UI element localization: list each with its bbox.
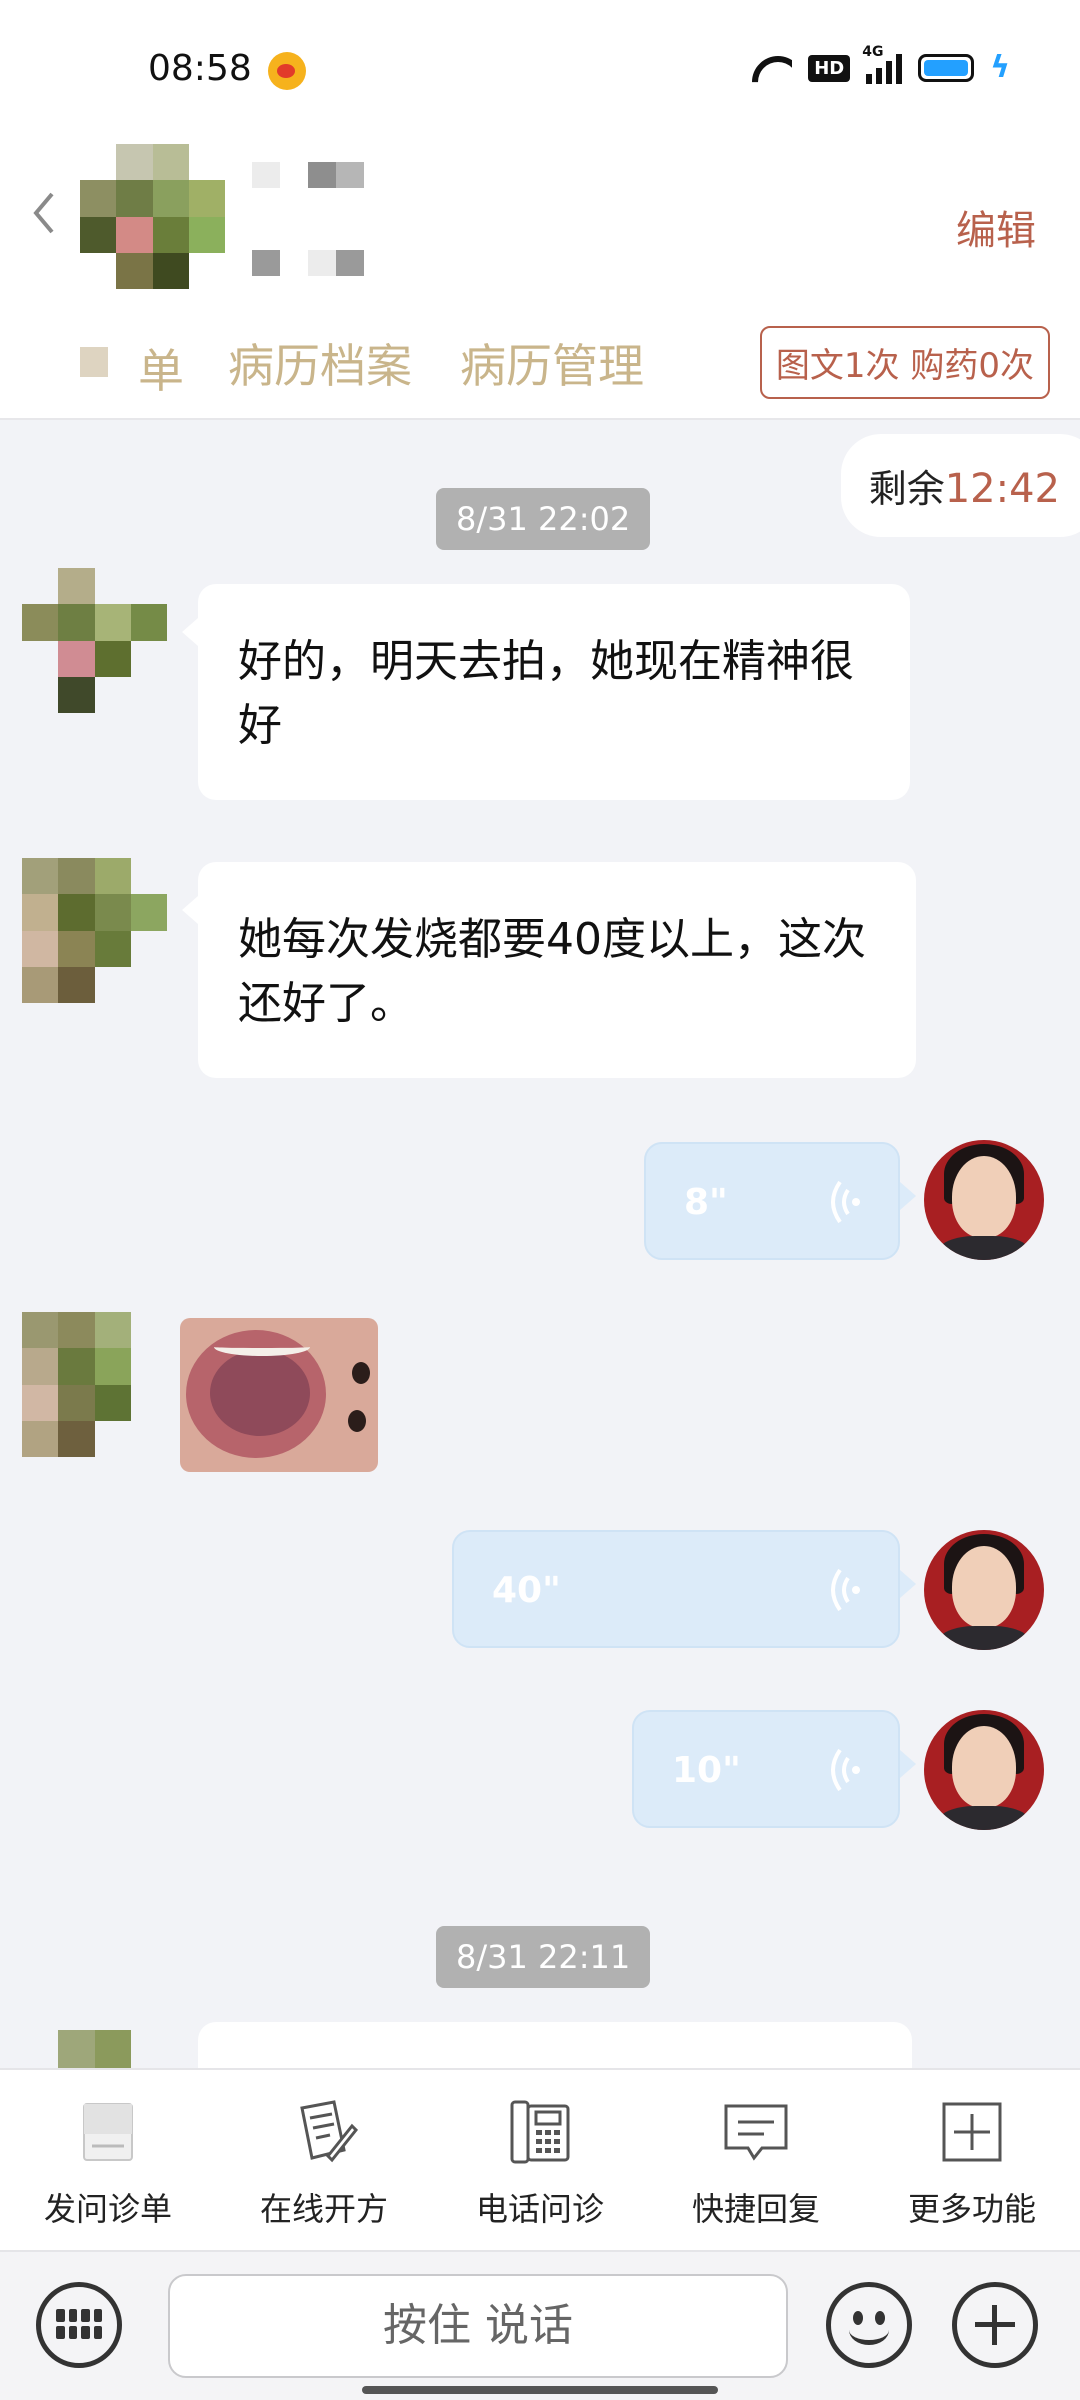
phone-icon (510, 2100, 570, 2164)
status-time: 08:58 (148, 48, 252, 89)
photo-message[interactable] (180, 1318, 378, 1472)
remaining-time-value: 12:42 (944, 466, 1060, 512)
network-label: 4G (862, 44, 884, 60)
emoji-icon[interactable] (826, 2282, 912, 2368)
quick-reply-icon (724, 2104, 788, 2161)
form-icon (83, 2103, 133, 2161)
tool-label: 更多功能 (907, 2190, 1036, 2228)
send-questionnaire-button[interactable]: 发问诊单 (0, 2070, 216, 2250)
voice-duration: 40" (492, 1570, 561, 1611)
patient-avatar[interactable] (80, 144, 225, 289)
tab-record-management[interactable]: 病历管理 (460, 330, 644, 396)
add-icon[interactable] (952, 2282, 1038, 2368)
tool-label: 发问诊单 (43, 2190, 172, 2228)
patient-name-redacted (252, 162, 372, 282)
voice-wave-icon (831, 1180, 860, 1224)
patient-avatar[interactable] (22, 858, 167, 1003)
remaining-label: 剩余 (868, 467, 945, 511)
chat-header: 编辑 单 病历档案 病历管理 图文1次 购药0次 (0, 130, 1080, 420)
back-arrow-icon[interactable] (30, 188, 60, 238)
keyboard-icon[interactable] (36, 2282, 122, 2368)
prescription-icon (300, 2100, 359, 2163)
quota-badge[interactable]: 图文1次 购药0次 (759, 326, 1050, 399)
battery-icon (918, 54, 975, 82)
more-icon (942, 2102, 1002, 2162)
doctor-avatar[interactable] (924, 1140, 1044, 1260)
quick-reply-button[interactable]: 快捷回复 (648, 2070, 864, 2250)
voice-wave-icon (831, 1748, 860, 1792)
voice-message[interactable]: 10" (632, 1710, 916, 1828)
remaining-time-pill: 剩余12:42 (840, 434, 1080, 537)
patient-avatar[interactable] (22, 2030, 167, 2070)
edit-button[interactable]: 编辑 (956, 198, 1036, 256)
message-timestamp: 8/31 22:11 (436, 1926, 651, 1988)
voice-duration: 10" (672, 1750, 741, 1791)
voice-message[interactable]: 40" (452, 1530, 916, 1648)
tab-redacted[interactable]: 单 (80, 335, 184, 398)
tool-label: 在线开方 (259, 2190, 388, 2228)
message-text: 好的，明天去拍，她现在精神很好 (238, 636, 854, 751)
wifi-icon (752, 52, 792, 84)
status-icons: HD 4G ϟ (752, 44, 1010, 85)
status-bar: 08:58 HD 4G ϟ (0, 0, 1080, 130)
doctor-avatar[interactable] (924, 1710, 1044, 1830)
tab-label: 单 (138, 344, 184, 398)
incoming-message[interactable]: 好的，明天去拍，她现在精神很好 (182, 584, 910, 800)
consult-toolbar: 发问诊单 在线开方 电话问诊 快捷回复 更多功能 (0, 2068, 1080, 2252)
incoming-message[interactable]: 她每次发烧都要40度以上，这次还好了。 (182, 862, 916, 1078)
tool-label: 快捷回复 (691, 2190, 820, 2228)
voice-wave-icon (831, 1568, 860, 1612)
doctor-avatar[interactable] (924, 1530, 1044, 1650)
phone-consult-button[interactable]: 电话问诊 (432, 2070, 648, 2250)
voice-duration: 8" (684, 1182, 728, 1223)
charging-icon: ϟ (990, 50, 1010, 85)
hold-to-talk-button[interactable]: 按住 说话 (168, 2274, 788, 2378)
tool-label: 电话问诊 (475, 2190, 604, 2228)
online-prescription-button[interactable]: 在线开方 (216, 2070, 432, 2250)
voice-message[interactable]: 8" (644, 1142, 916, 1260)
header-tabs: 单 病历档案 病历管理 (80, 330, 644, 398)
message-timestamp: 8/31 22:02 (436, 488, 651, 550)
input-bar: 按住 说话 (0, 2252, 1080, 2400)
home-indicator (362, 2386, 718, 2394)
signal-icon: 4G (862, 44, 903, 84)
message-text: 她每次发烧都要40度以上，这次还好了。 (238, 914, 866, 1029)
weibo-icon (268, 52, 306, 90)
patient-avatar[interactable] (22, 1312, 167, 1457)
tab-medical-records[interactable]: 病历档案 (228, 330, 412, 396)
more-functions-button[interactable]: 更多功能 (864, 2070, 1080, 2250)
patient-avatar[interactable] (22, 568, 167, 713)
hd-badge: HD (808, 54, 851, 82)
